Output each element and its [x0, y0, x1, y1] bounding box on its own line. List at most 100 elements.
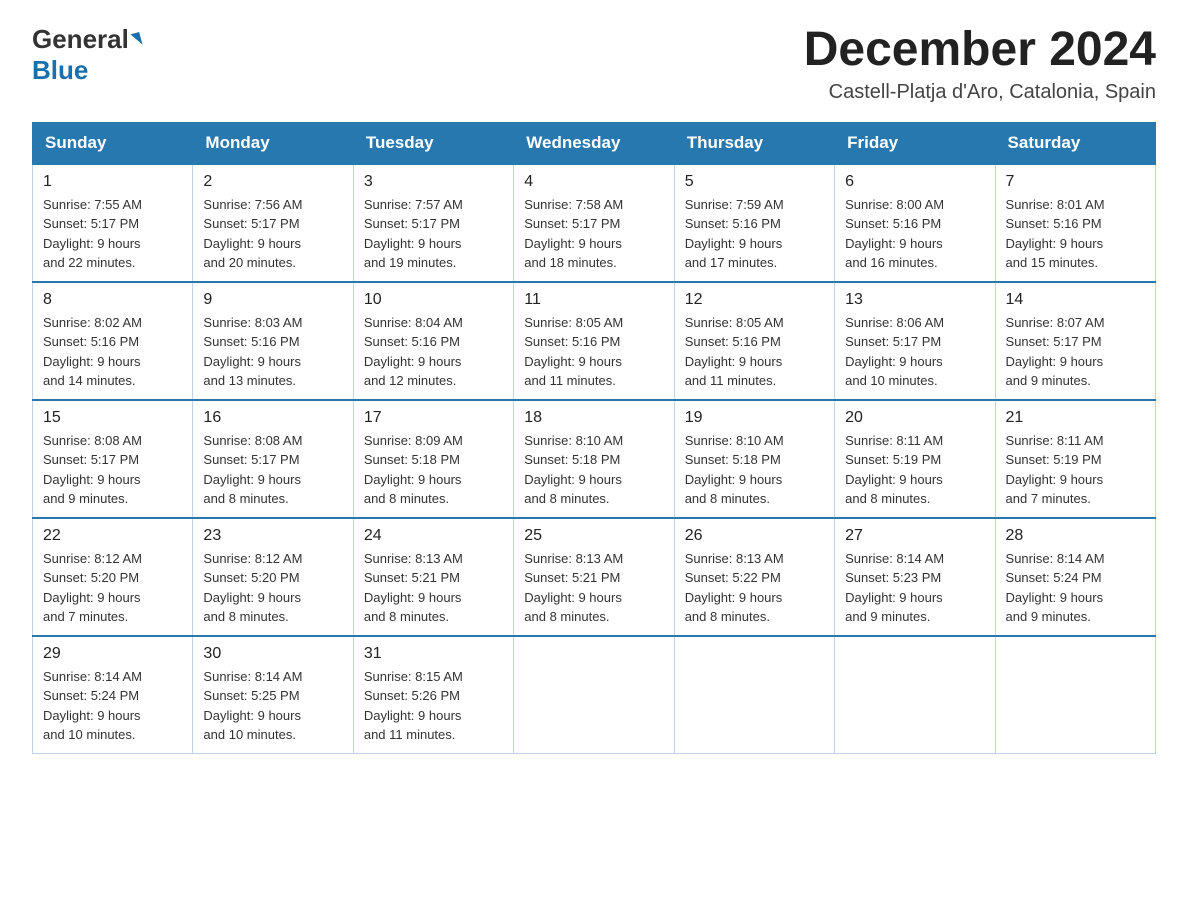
day-info: Sunrise: 8:08 AM Sunset: 5:17 PM Dayligh… [203, 431, 342, 509]
day-info: Sunrise: 7:59 AM Sunset: 5:16 PM Dayligh… [685, 195, 824, 273]
table-row: 23 Sunrise: 8:12 AM Sunset: 5:20 PM Dayl… [193, 518, 353, 636]
table-row: 22 Sunrise: 8:12 AM Sunset: 5:20 PM Dayl… [33, 518, 193, 636]
day-number: 15 [43, 409, 182, 427]
calendar-week-row: 22 Sunrise: 8:12 AM Sunset: 5:20 PM Dayl… [33, 518, 1156, 636]
day-number: 25 [524, 527, 663, 545]
day-number: 22 [43, 527, 182, 545]
day-info: Sunrise: 8:10 AM Sunset: 5:18 PM Dayligh… [524, 431, 663, 509]
day-info: Sunrise: 8:04 AM Sunset: 5:16 PM Dayligh… [364, 313, 503, 391]
month-title: December 2024 [804, 24, 1156, 77]
day-info: Sunrise: 8:01 AM Sunset: 5:16 PM Dayligh… [1006, 195, 1145, 273]
day-info: Sunrise: 8:12 AM Sunset: 5:20 PM Dayligh… [203, 549, 342, 627]
day-info: Sunrise: 8:05 AM Sunset: 5:16 PM Dayligh… [685, 313, 824, 391]
day-info: Sunrise: 8:07 AM Sunset: 5:17 PM Dayligh… [1006, 313, 1145, 391]
table-row: 28 Sunrise: 8:14 AM Sunset: 5:24 PM Dayl… [995, 518, 1155, 636]
logo-blue: Blue [32, 55, 88, 86]
logo: General Blue [32, 24, 141, 86]
day-number: 23 [203, 527, 342, 545]
col-wednesday: Wednesday [514, 122, 674, 164]
day-number: 13 [845, 291, 984, 309]
day-number: 29 [43, 645, 182, 663]
day-number: 3 [364, 173, 503, 191]
day-number: 11 [524, 291, 663, 309]
day-number: 5 [685, 173, 824, 191]
calendar-week-row: 29 Sunrise: 8:14 AM Sunset: 5:24 PM Dayl… [33, 636, 1156, 754]
day-number: 21 [1006, 409, 1145, 427]
day-number: 24 [364, 527, 503, 545]
day-number: 6 [845, 173, 984, 191]
col-friday: Friday [835, 122, 995, 164]
day-info: Sunrise: 8:09 AM Sunset: 5:18 PM Dayligh… [364, 431, 503, 509]
day-number: 17 [364, 409, 503, 427]
col-monday: Monday [193, 122, 353, 164]
day-info: Sunrise: 8:02 AM Sunset: 5:16 PM Dayligh… [43, 313, 182, 391]
day-number: 16 [203, 409, 342, 427]
day-number: 7 [1006, 173, 1145, 191]
day-info: Sunrise: 8:11 AM Sunset: 5:19 PM Dayligh… [845, 431, 984, 509]
table-row: 30 Sunrise: 8:14 AM Sunset: 5:25 PM Dayl… [193, 636, 353, 754]
table-row: 16 Sunrise: 8:08 AM Sunset: 5:17 PM Dayl… [193, 400, 353, 518]
table-row: 19 Sunrise: 8:10 AM Sunset: 5:18 PM Dayl… [674, 400, 834, 518]
table-row: 13 Sunrise: 8:06 AM Sunset: 5:17 PM Dayl… [835, 282, 995, 400]
day-info: Sunrise: 8:13 AM Sunset: 5:21 PM Dayligh… [524, 549, 663, 627]
table-row: 17 Sunrise: 8:09 AM Sunset: 5:18 PM Dayl… [353, 400, 513, 518]
calendar-week-row: 1 Sunrise: 7:55 AM Sunset: 5:17 PM Dayli… [33, 164, 1156, 282]
day-info: Sunrise: 8:13 AM Sunset: 5:22 PM Dayligh… [685, 549, 824, 627]
day-info: Sunrise: 8:14 AM Sunset: 5:24 PM Dayligh… [43, 667, 182, 745]
day-info: Sunrise: 8:05 AM Sunset: 5:16 PM Dayligh… [524, 313, 663, 391]
day-number: 10 [364, 291, 503, 309]
calendar-table: Sunday Monday Tuesday Wednesday Thursday… [32, 122, 1156, 754]
day-info: Sunrise: 7:57 AM Sunset: 5:17 PM Dayligh… [364, 195, 503, 273]
day-info: Sunrise: 8:14 AM Sunset: 5:24 PM Dayligh… [1006, 549, 1145, 627]
calendar-week-row: 8 Sunrise: 8:02 AM Sunset: 5:16 PM Dayli… [33, 282, 1156, 400]
table-row: 8 Sunrise: 8:02 AM Sunset: 5:16 PM Dayli… [33, 282, 193, 400]
table-row: 26 Sunrise: 8:13 AM Sunset: 5:22 PM Dayl… [674, 518, 834, 636]
day-number: 14 [1006, 291, 1145, 309]
day-number: 1 [43, 173, 182, 191]
day-info: Sunrise: 8:14 AM Sunset: 5:23 PM Dayligh… [845, 549, 984, 627]
day-info: Sunrise: 8:11 AM Sunset: 5:19 PM Dayligh… [1006, 431, 1145, 509]
table-row: 5 Sunrise: 7:59 AM Sunset: 5:16 PM Dayli… [674, 164, 834, 282]
day-number: 28 [1006, 527, 1145, 545]
table-row: 20 Sunrise: 8:11 AM Sunset: 5:19 PM Dayl… [835, 400, 995, 518]
day-info: Sunrise: 8:10 AM Sunset: 5:18 PM Dayligh… [685, 431, 824, 509]
day-number: 19 [685, 409, 824, 427]
day-number: 27 [845, 527, 984, 545]
day-info: Sunrise: 8:06 AM Sunset: 5:17 PM Dayligh… [845, 313, 984, 391]
calendar-week-row: 15 Sunrise: 8:08 AM Sunset: 5:17 PM Dayl… [33, 400, 1156, 518]
day-number: 30 [203, 645, 342, 663]
table-row: 24 Sunrise: 8:13 AM Sunset: 5:21 PM Dayl… [353, 518, 513, 636]
day-number: 12 [685, 291, 824, 309]
day-number: 31 [364, 645, 503, 663]
day-info: Sunrise: 7:58 AM Sunset: 5:17 PM Dayligh… [524, 195, 663, 273]
day-number: 18 [524, 409, 663, 427]
day-info: Sunrise: 8:13 AM Sunset: 5:21 PM Dayligh… [364, 549, 503, 627]
table-row: 3 Sunrise: 7:57 AM Sunset: 5:17 PM Dayli… [353, 164, 513, 282]
col-thursday: Thursday [674, 122, 834, 164]
table-row [674, 636, 834, 754]
day-info: Sunrise: 8:08 AM Sunset: 5:17 PM Dayligh… [43, 431, 182, 509]
page-header: General Blue December 2024 Castell-Platj… [32, 24, 1156, 104]
day-number: 4 [524, 173, 663, 191]
table-row [995, 636, 1155, 754]
table-row [835, 636, 995, 754]
table-row: 4 Sunrise: 7:58 AM Sunset: 5:17 PM Dayli… [514, 164, 674, 282]
day-number: 8 [43, 291, 182, 309]
table-row: 21 Sunrise: 8:11 AM Sunset: 5:19 PM Dayl… [995, 400, 1155, 518]
day-number: 20 [845, 409, 984, 427]
table-row: 27 Sunrise: 8:14 AM Sunset: 5:23 PM Dayl… [835, 518, 995, 636]
day-number: 26 [685, 527, 824, 545]
col-tuesday: Tuesday [353, 122, 513, 164]
day-info: Sunrise: 8:00 AM Sunset: 5:16 PM Dayligh… [845, 195, 984, 273]
header-row: Sunday Monday Tuesday Wednesday Thursday… [33, 122, 1156, 164]
logo-general: General [32, 24, 141, 55]
table-row: 1 Sunrise: 7:55 AM Sunset: 5:17 PM Dayli… [33, 164, 193, 282]
table-row: 10 Sunrise: 8:04 AM Sunset: 5:16 PM Dayl… [353, 282, 513, 400]
day-info: Sunrise: 8:12 AM Sunset: 5:20 PM Dayligh… [43, 549, 182, 627]
day-info: Sunrise: 7:56 AM Sunset: 5:17 PM Dayligh… [203, 195, 342, 273]
table-row: 25 Sunrise: 8:13 AM Sunset: 5:21 PM Dayl… [514, 518, 674, 636]
day-info: Sunrise: 7:55 AM Sunset: 5:17 PM Dayligh… [43, 195, 182, 273]
table-row: 2 Sunrise: 7:56 AM Sunset: 5:17 PM Dayli… [193, 164, 353, 282]
table-row: 11 Sunrise: 8:05 AM Sunset: 5:16 PM Dayl… [514, 282, 674, 400]
table-row: 31 Sunrise: 8:15 AM Sunset: 5:26 PM Dayl… [353, 636, 513, 754]
